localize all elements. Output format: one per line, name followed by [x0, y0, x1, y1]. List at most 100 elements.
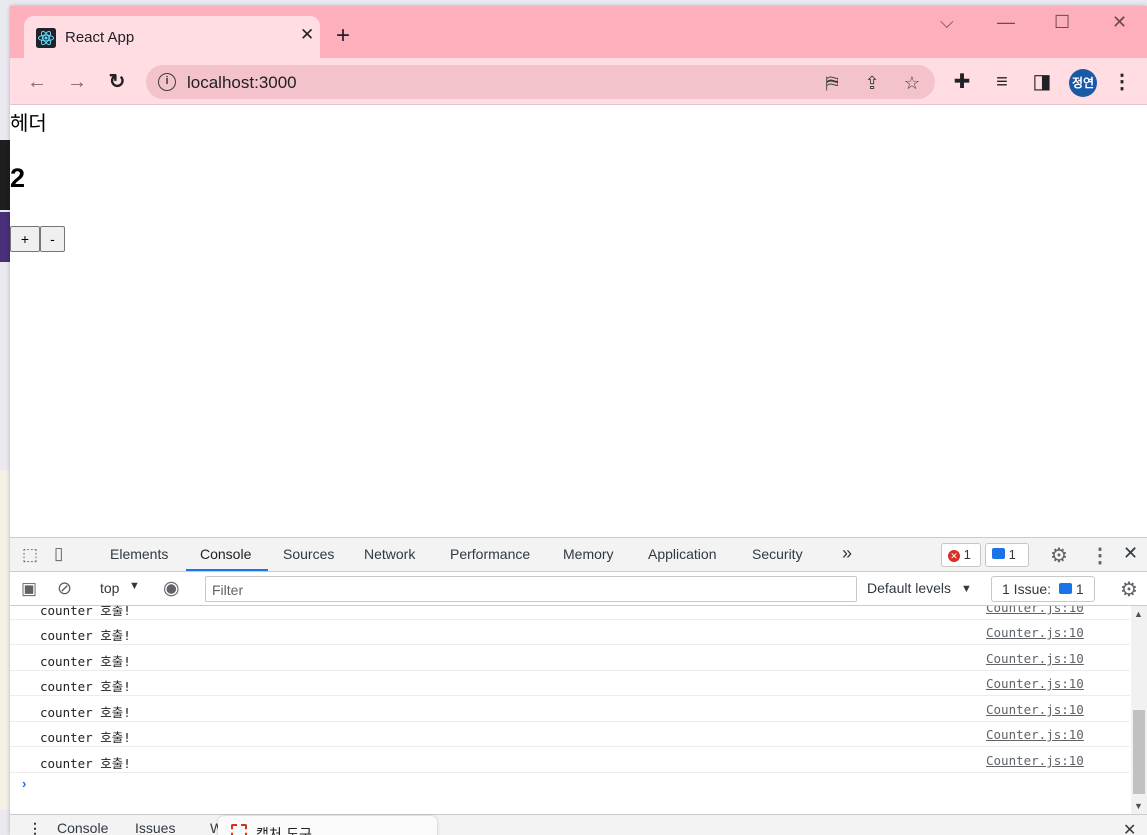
- devtools-panel: ⬚ ▯ Elements Console Sources Network Per…: [10, 537, 1147, 835]
- extensions-icon[interactable]: ✚: [950, 70, 974, 94]
- error-icon: ✕: [948, 550, 960, 562]
- reload-icon[interactable]: ↻: [105, 70, 129, 94]
- media-queue-icon[interactable]: ≡: [990, 70, 1014, 94]
- log-row: counter 호출! Counter.js:10: [10, 646, 1130, 671]
- close-devtools-icon[interactable]: ✕: [1123, 543, 1138, 564]
- side-panel-icon[interactable]: ◨: [1030, 70, 1054, 94]
- inspect-element-icon[interactable]: ⬚: [22, 545, 38, 565]
- snipping-tool-icon: [231, 824, 247, 835]
- log-source-link[interactable]: Counter.js:10: [986, 727, 1084, 742]
- device-toolbar-icon[interactable]: ▯: [54, 544, 63, 564]
- devtools-drawer: ⋮ Console Issues W ✕: [10, 814, 1147, 835]
- browser-window: React App ✕ + ⌵ — ☐ ✕ ← → ↻ i localhost:…: [10, 6, 1147, 835]
- settings-gear-icon[interactable]: ⚙: [1050, 543, 1068, 568]
- react-logo-icon: [36, 28, 56, 48]
- log-message: counter 호출!: [40, 705, 131, 720]
- message-icon: [992, 548, 1005, 559]
- drawer-tab-console[interactable]: Console: [57, 820, 108, 835]
- tab-memory[interactable]: Memory: [563, 546, 614, 562]
- tab-application[interactable]: Application: [648, 546, 717, 562]
- log-source-link[interactable]: Counter.js:10: [986, 625, 1084, 640]
- log-source-link[interactable]: Counter.js:10: [986, 753, 1084, 768]
- site-info-icon[interactable]: i: [158, 73, 176, 91]
- tab-security[interactable]: Security: [752, 546, 803, 562]
- tab-network[interactable]: Network: [364, 546, 415, 562]
- decrement-button[interactable]: -: [40, 226, 65, 252]
- levels-dropdown-icon[interactable]: ▼: [961, 583, 972, 595]
- browser-tab[interactable]: React App ✕: [24, 16, 320, 58]
- more-tabs-icon[interactable]: »: [842, 543, 852, 564]
- tab-search-icon[interactable]: ⌵: [940, 12, 954, 33]
- close-window-icon[interactable]: ✕: [1112, 12, 1127, 33]
- tab-sources[interactable]: Sources: [283, 546, 334, 562]
- tab-elements[interactable]: Elements: [110, 546, 168, 562]
- page-content: 헤더 2 + -: [10, 105, 1147, 537]
- back-icon[interactable]: ←: [25, 70, 49, 94]
- log-message: counter 호출!: [40, 628, 131, 643]
- log-source-link[interactable]: Counter.js:10: [986, 676, 1084, 691]
- log-levels-dropdown[interactable]: Default levels: [867, 580, 951, 596]
- context-dropdown-icon[interactable]: ▼: [129, 580, 140, 592]
- browser-toolbar: ← → ↻ i localhost:3000 ⛿ ⇪ ☆ ✚ ≡ ◨ 정연 ⋮: [10, 58, 1147, 105]
- new-tab-button[interactable]: +: [336, 24, 350, 48]
- header-text: 헤더: [10, 111, 47, 135]
- log-source-link[interactable]: Counter.js:10: [986, 651, 1084, 666]
- url-text: localhost:3000: [187, 73, 297, 92]
- clear-console-icon[interactable]: ⊘: [57, 578, 72, 599]
- filter-input[interactable]: Filter: [205, 576, 857, 602]
- console-settings-icon[interactable]: ⚙: [1120, 577, 1138, 602]
- tab-performance[interactable]: Performance: [450, 546, 530, 562]
- scrollbar-thumb[interactable]: [1133, 710, 1145, 794]
- issues-count: 1: [1075, 581, 1084, 597]
- desktop: React App ✕ + ⌵ — ☐ ✕ ← → ↻ i localhost:…: [0, 0, 1147, 835]
- tab-console[interactable]: Console: [200, 546, 251, 562]
- increment-button[interactable]: +: [10, 226, 40, 252]
- close-drawer-icon[interactable]: ✕: [1123, 820, 1136, 835]
- address-bar[interactable]: i localhost:3000 ⛿ ⇪ ☆: [146, 65, 935, 99]
- issue-message-icon: [1058, 583, 1072, 594]
- log-row: counter 호출! Counter.js:10: [10, 748, 1130, 773]
- log-source-link[interactable]: Counter.js:10: [986, 606, 1084, 615]
- log-row: counter 호출! Counter.js:10: [10, 697, 1130, 722]
- capture-tool-popup[interactable]: 캡처 도구: [218, 816, 437, 835]
- log-message: counter 호출!: [40, 730, 131, 745]
- menu-icon[interactable]: ⋮: [1110, 70, 1134, 94]
- translate-icon[interactable]: ⛿: [821, 72, 843, 94]
- tab-title: React App: [65, 29, 135, 46]
- tab-strip: React App ✕ + ⌵ — ☐ ✕: [10, 6, 1147, 58]
- console-log-area: counter 호출! Counter.js:10 counter 호출! Co…: [10, 606, 1130, 814]
- issues-button[interactable]: 1 Issue: 1: [991, 576, 1095, 602]
- active-tab-indicator: [186, 569, 268, 571]
- close-tab-icon[interactable]: ✕: [300, 25, 314, 45]
- log-row: counter 호출! Counter.js:10: [10, 606, 1130, 620]
- log-source-link[interactable]: Counter.js:10: [986, 702, 1084, 717]
- log-row: counter 호출! Counter.js:10: [10, 620, 1130, 645]
- live-expression-eye-icon[interactable]: ◉: [163, 577, 180, 600]
- console-scrollbar[interactable]: ▲ ▼: [1131, 606, 1147, 814]
- sidebar-toggle-icon[interactable]: ▣: [21, 579, 37, 599]
- context-selector[interactable]: top: [100, 580, 119, 596]
- devtools-tab-bar: ⬚ ▯ Elements Console Sources Network Per…: [10, 538, 1147, 572]
- devtools-menu-icon[interactable]: ⋮: [1090, 543, 1110, 568]
- log-message: counter 호출!: [40, 679, 131, 694]
- maximize-icon[interactable]: ☐: [1054, 12, 1070, 33]
- profile-avatar[interactable]: 정연: [1069, 69, 1097, 97]
- log-message: counter 호출!: [40, 654, 131, 669]
- bookmark-star-icon[interactable]: ☆: [901, 72, 923, 94]
- message-count: 1: [1008, 547, 1016, 562]
- forward-icon[interactable]: →: [65, 70, 89, 94]
- minimize-icon[interactable]: —: [997, 12, 1015, 33]
- console-prompt-icon[interactable]: ›: [22, 776, 26, 791]
- share-icon[interactable]: ⇪: [861, 72, 883, 94]
- log-message: counter 호출!: [40, 756, 131, 771]
- log-message: counter 호출!: [40, 606, 131, 618]
- scroll-up-icon[interactable]: ▲: [1134, 609, 1143, 619]
- console-filter-bar: ▣ ⊘ top ▼ ◉ Filter Default levels ▼ 1 Is…: [10, 572, 1147, 606]
- drawer-tab-issues[interactable]: Issues: [135, 820, 175, 835]
- issues-label: 1 Issue:: [1002, 581, 1052, 597]
- error-count-badge[interactable]: ✕ 1: [941, 543, 981, 567]
- error-count: 1: [963, 547, 971, 562]
- scroll-down-icon[interactable]: ▼: [1134, 801, 1143, 811]
- drawer-menu-icon[interactable]: ⋮: [28, 820, 42, 835]
- message-count-badge[interactable]: 1: [985, 543, 1029, 567]
